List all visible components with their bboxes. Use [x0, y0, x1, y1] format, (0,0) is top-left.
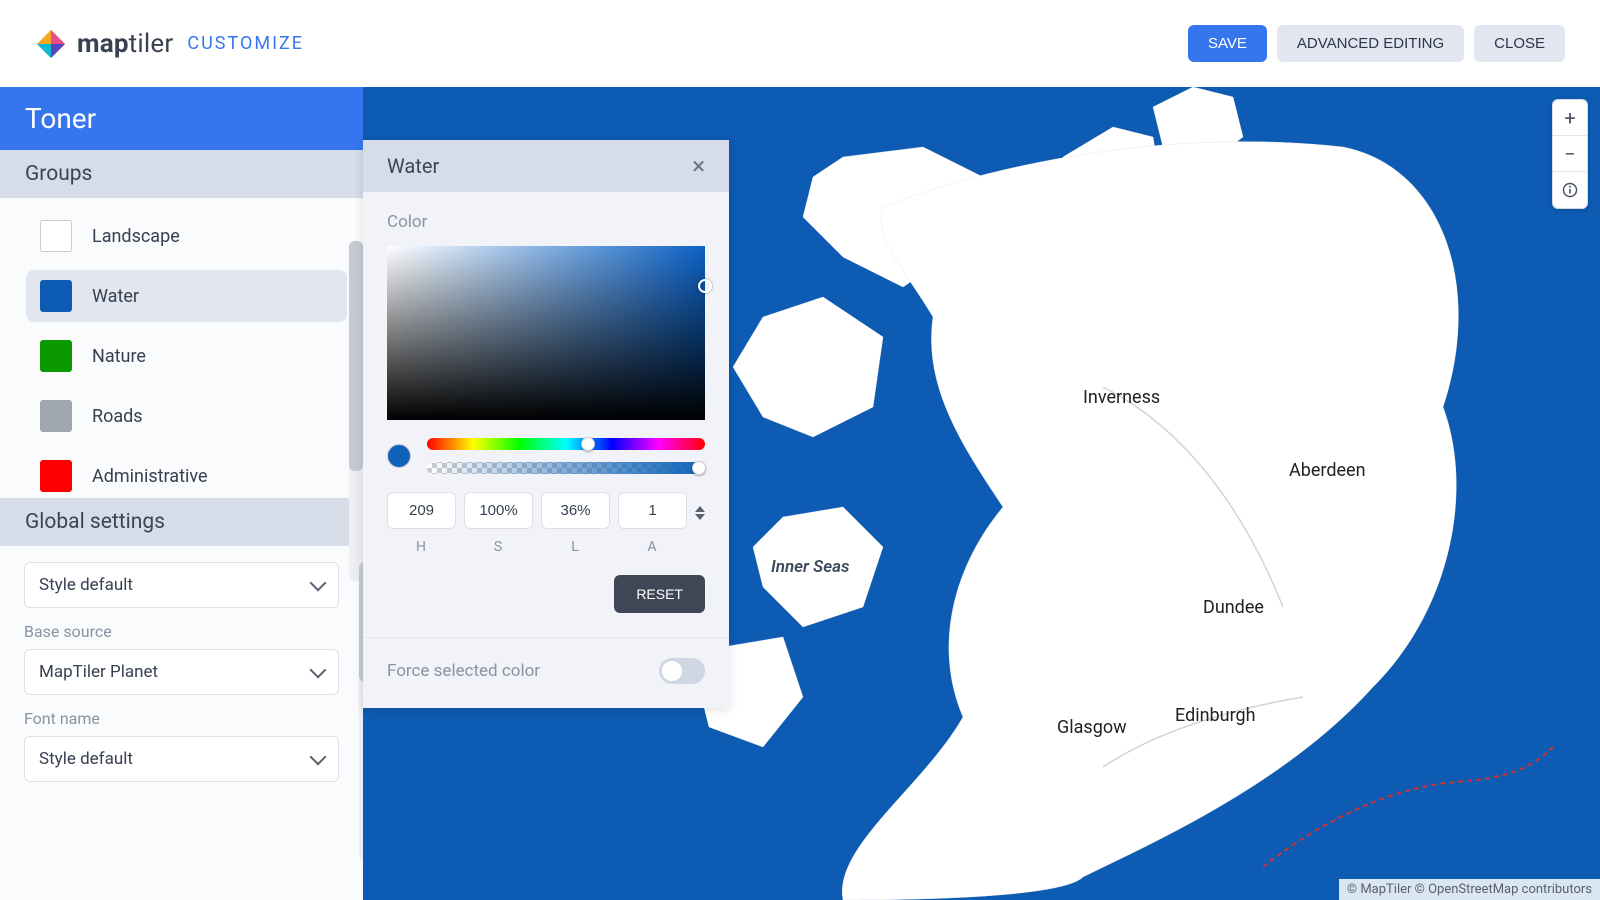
- select-value: MapTiler Planet: [39, 662, 158, 682]
- brand-name: maptiler: [77, 29, 173, 59]
- scrollbar-thumb[interactable]: [349, 241, 363, 471]
- chevron-down-icon: [310, 575, 327, 592]
- group-item-administrative[interactable]: Administrative: [26, 450, 347, 498]
- select-font-name[interactable]: Style default: [24, 736, 339, 782]
- group-label: Water: [92, 286, 139, 307]
- groups-list: Landscape Water Nature Roads Administrat…: [0, 198, 363, 498]
- color-mode-toggle[interactable]: [695, 506, 705, 542]
- global-settings-header: Global settings: [0, 498, 363, 546]
- base-source-label: Base source: [24, 622, 339, 641]
- global-settings-body: Style default Base source MapTiler Plane…: [0, 546, 363, 782]
- panel-header: Water ×: [363, 140, 729, 192]
- groups-scrollbar[interactable]: [349, 241, 363, 581]
- select-language[interactable]: Style default: [24, 562, 339, 608]
- attribution: © MapTiler © OpenStreetMap contributors: [1339, 879, 1600, 900]
- saturation-value-picker[interactable]: [387, 246, 705, 420]
- satval-thumb[interactable]: [698, 279, 712, 293]
- reset-button[interactable]: RESET: [614, 575, 705, 613]
- alpha-thumb[interactable]: [692, 461, 706, 475]
- select-value: Style default: [39, 749, 133, 769]
- map-label-inner-seas: Inner Seas: [771, 557, 849, 577]
- panel-close-button[interactable]: ×: [692, 154, 705, 178]
- save-button[interactable]: SAVE: [1188, 25, 1267, 62]
- map-label-inverness: Inverness: [1083, 387, 1160, 408]
- alpha-input[interactable]: [618, 492, 687, 529]
- l-label: L: [571, 539, 580, 555]
- main-area: Toner Groups Landscape Water Nature Road…: [0, 87, 1600, 900]
- color-panel: Water × Color H S L A: [363, 140, 729, 708]
- swatch-roads: [40, 400, 72, 432]
- map-label-aberdeen: Aberdeen: [1289, 460, 1366, 481]
- group-label: Roads: [92, 406, 143, 427]
- select-base-source[interactable]: MapTiler Planet: [24, 649, 339, 695]
- info-icon: [1562, 182, 1578, 198]
- logo: maptiler CUSTOMIZE: [35, 28, 304, 60]
- swatch-nature: [40, 340, 72, 372]
- lightness-input[interactable]: [541, 492, 610, 529]
- a-label: A: [647, 539, 657, 555]
- hue-thumb[interactable]: [581, 437, 595, 451]
- groups-header: Groups: [0, 150, 363, 198]
- s-label: S: [494, 539, 503, 555]
- close-button[interactable]: CLOSE: [1474, 25, 1565, 62]
- info-button[interactable]: [1553, 172, 1587, 208]
- group-label: Landscape: [92, 226, 180, 247]
- brand-sub: CUSTOMIZE: [187, 33, 304, 54]
- top-bar: maptiler CUSTOMIZE SAVE ADVANCED EDITING…: [0, 0, 1600, 87]
- panel-title: Water: [387, 154, 439, 178]
- hue-slider[interactable]: [427, 438, 705, 450]
- force-color-label: Force selected color: [387, 661, 540, 681]
- group-item-landscape[interactable]: Landscape: [26, 210, 347, 262]
- group-item-nature[interactable]: Nature: [26, 330, 347, 382]
- top-actions: SAVE ADVANCED EDITING CLOSE: [1188, 25, 1565, 62]
- select-value: Style default: [39, 575, 133, 595]
- arrow-down-icon: [695, 514, 705, 520]
- toggle-knob: [662, 661, 682, 681]
- chevron-down-icon: [310, 662, 327, 679]
- zoom-controls: + −: [1552, 99, 1588, 209]
- force-color-row: Force selected color: [363, 637, 729, 688]
- swatch-water: [40, 280, 72, 312]
- map-label-edinburgh: Edinburgh: [1175, 705, 1256, 726]
- map-label-dundee: Dundee: [1203, 597, 1264, 618]
- hue-input[interactable]: [387, 492, 456, 529]
- font-name-label: Font name: [24, 709, 339, 728]
- swatch-landscape: [40, 220, 72, 252]
- group-label: Nature: [92, 346, 146, 367]
- force-color-toggle[interactable]: [659, 658, 705, 684]
- saturation-input[interactable]: [464, 492, 533, 529]
- group-label: Administrative: [92, 466, 208, 487]
- zoom-out-button[interactable]: −: [1553, 136, 1587, 172]
- current-color-dot: [387, 444, 411, 468]
- zoom-in-button[interactable]: +: [1553, 100, 1587, 136]
- group-item-water[interactable]: Water: [26, 270, 347, 322]
- color-label: Color: [387, 212, 705, 232]
- map-label-glasgow: Glasgow: [1057, 717, 1127, 738]
- h-label: H: [416, 539, 427, 555]
- maptiler-logo-icon: [35, 28, 67, 60]
- style-name-header: Toner: [0, 87, 363, 150]
- sidebar: Toner Groups Landscape Water Nature Road…: [0, 87, 363, 900]
- arrow-up-icon: [695, 506, 705, 512]
- alpha-slider[interactable]: [427, 462, 705, 474]
- advanced-editing-button[interactable]: ADVANCED EDITING: [1277, 25, 1464, 62]
- chevron-down-icon: [310, 749, 327, 766]
- group-item-roads[interactable]: Roads: [26, 390, 347, 442]
- swatch-administrative: [40, 460, 72, 492]
